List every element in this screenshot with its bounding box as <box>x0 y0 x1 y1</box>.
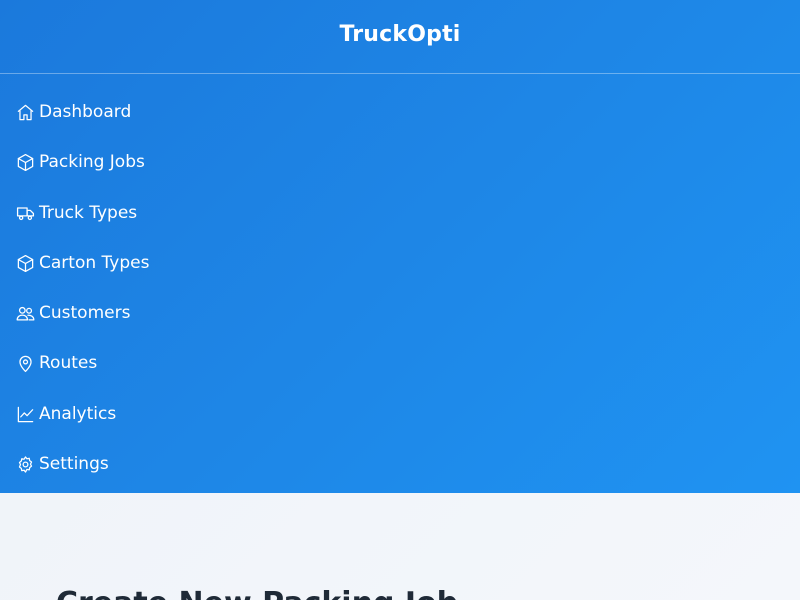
sidebar-item-label: Packing Jobs <box>39 152 145 172</box>
sidebar-item-label: Truck Types <box>39 203 138 223</box>
sidebar-item-routes[interactable]: Routes <box>16 348 97 378</box>
sidebar-item-label: Settings <box>39 454 109 474</box>
sidebar-item-settings[interactable]: Settings <box>16 449 109 479</box>
sidebar-item-customers[interactable]: Customers <box>16 298 130 328</box>
map-pin-icon <box>16 354 35 373</box>
sidebar-item-analytics[interactable]: Analytics <box>16 399 116 429</box>
sidebar-item-truck-types[interactable]: Truck Types <box>16 198 137 228</box>
sidebar-item-packing-jobs[interactable]: Packing Jobs <box>16 147 145 177</box>
box-icon <box>16 153 35 172</box>
sidebar-item-label: Customers <box>39 303 131 323</box>
chart-line-icon <box>16 405 35 424</box>
sidebar-item-dashboard[interactable]: Dashboard <box>16 97 131 127</box>
sidebar-item-label: Routes <box>39 353 98 373</box>
gear-icon <box>16 455 35 474</box>
box-icon <box>16 254 35 273</box>
sidebar-item-label: Dashboard <box>39 102 132 122</box>
sidebar-item-carton-types[interactable]: Carton Types <box>16 248 149 278</box>
sidebar: TruckOpti Dashboard Packing Jobs Truck T… <box>0 0 800 493</box>
sidebar-item-label: Analytics <box>39 404 117 424</box>
users-icon <box>16 304 35 323</box>
sidebar-item-label: Carton Types <box>39 253 150 273</box>
page-title: Create New Packing Job <box>56 586 458 600</box>
brand-title[interactable]: TruckOpti <box>0 0 800 74</box>
truck-icon <box>16 204 35 223</box>
home-icon <box>16 103 35 122</box>
